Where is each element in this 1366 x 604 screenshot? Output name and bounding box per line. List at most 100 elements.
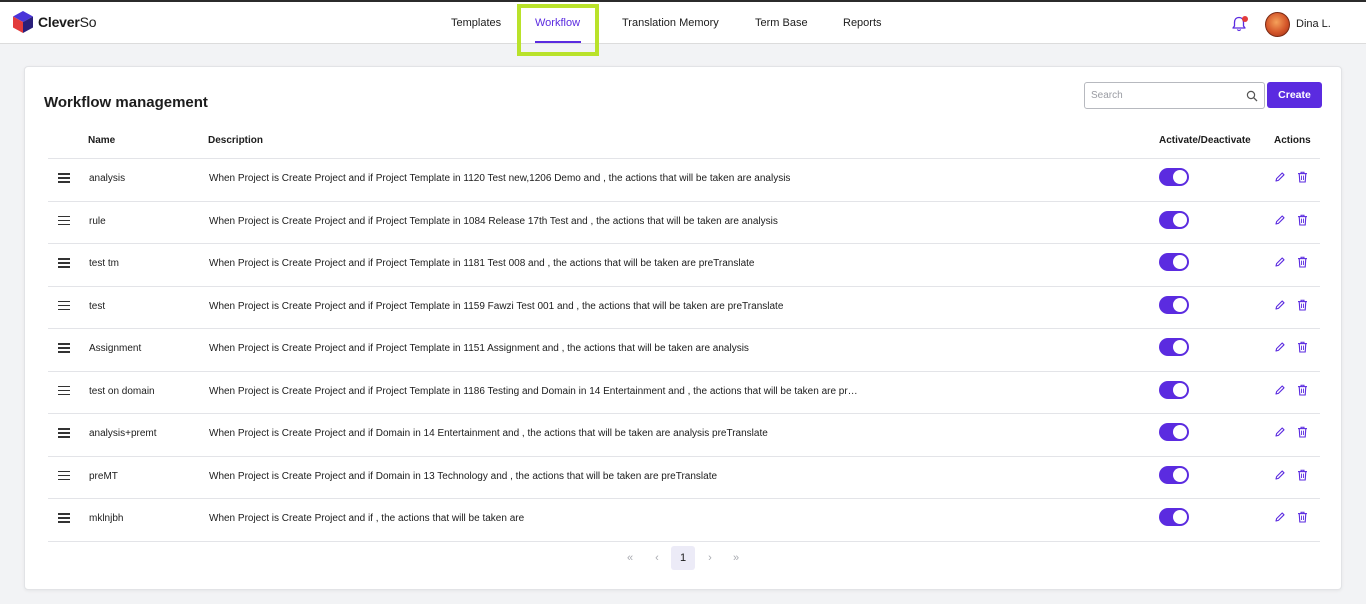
activate-toggle[interactable]	[1159, 168, 1189, 186]
nav-tab-templates[interactable]: Templates	[451, 2, 501, 44]
trash-icon[interactable]	[1297, 299, 1308, 311]
activate-toggle[interactable]	[1159, 423, 1189, 441]
trash-icon[interactable]	[1297, 384, 1308, 396]
activate-toggle[interactable]	[1159, 210, 1189, 229]
workflow-name: mklnjbh	[89, 513, 124, 524]
nav-tab-translation-memory[interactable]: Translation Memory	[622, 2, 719, 44]
edit-icon[interactable]	[1274, 171, 1286, 183]
toggle-knob	[1173, 255, 1187, 269]
search-icon[interactable]	[1246, 90, 1258, 102]
toggle-knob	[1173, 212, 1187, 227]
toggle-knob	[1173, 297, 1187, 312]
trash-icon[interactable]	[1297, 171, 1308, 183]
table-row: Assignment When Project is Create Project…	[48, 328, 1320, 370]
activate-toggle[interactable]	[1159, 508, 1189, 526]
workflow-description: When Project is Create Project and if Do…	[209, 428, 768, 439]
drag-handle-icon[interactable]	[58, 470, 70, 481]
drag-handle-icon[interactable]	[58, 173, 70, 183]
workflow-name: test	[89, 300, 106, 312]
row-divider	[48, 540, 1320, 542]
workflow-management-card: Workflow management Create Name Descript…	[24, 66, 1342, 590]
drag-handle-icon[interactable]	[58, 428, 70, 438]
toggle-knob	[1173, 382, 1187, 397]
edit-icon[interactable]	[1274, 341, 1286, 353]
drag-handle-icon[interactable]	[58, 258, 70, 268]
trash-icon[interactable]	[1297, 341, 1308, 353]
activate-toggle[interactable]	[1159, 338, 1189, 356]
table-row: test When Project is Create Project and i…	[48, 286, 1320, 328]
workflow-name: analysis	[89, 173, 126, 184]
table-row: rule When Project is Create Project and i…	[48, 201, 1320, 243]
edit-icon[interactable]	[1274, 299, 1286, 311]
drag-handle-icon[interactable]	[58, 513, 70, 523]
toggle-knob	[1173, 340, 1187, 354]
workflow-description: When Project is Create Project and if Pr…	[209, 343, 749, 354]
workflow-name: preMT	[89, 470, 118, 482]
drag-handle-icon[interactable]	[58, 300, 70, 311]
activate-toggle[interactable]	[1159, 295, 1189, 314]
nav-tab-term-base[interactable]: Term Base	[755, 2, 808, 44]
page-number-current[interactable]: 1	[671, 546, 695, 570]
edit-icon[interactable]	[1274, 384, 1286, 396]
edit-icon[interactable]	[1274, 426, 1286, 438]
table-row: test on domain When Project is Create Pro…	[48, 371, 1320, 413]
table-row: test tm When Project is Create Project an…	[48, 243, 1320, 285]
workflow-description: When Project is Create Project and if Pr…	[209, 385, 858, 397]
workflow-description: When Project is Create Project and if Pr…	[209, 258, 755, 269]
drag-handle-icon[interactable]	[58, 343, 70, 353]
edit-icon[interactable]	[1274, 214, 1286, 226]
activate-toggle[interactable]	[1159, 253, 1189, 271]
workflow-description: When Project is Create Project and if Pr…	[209, 300, 784, 312]
activate-toggle[interactable]	[1159, 380, 1189, 399]
column-header-actions: Actions	[1274, 135, 1311, 146]
nav-tab-reports[interactable]: Reports	[843, 2, 882, 44]
workflow-name: test on domain	[89, 385, 155, 397]
user-name[interactable]: Dina L.	[1296, 2, 1331, 46]
toggle-knob	[1173, 170, 1187, 184]
search-field[interactable]	[1084, 82, 1265, 109]
first-page-button[interactable]: «	[623, 546, 637, 570]
nav-tab-workflow[interactable]: Workflow	[535, 2, 580, 44]
table-row: analysis+premt When Project is Create Pro…	[48, 413, 1320, 455]
column-header-activate: Activate/Deactivate	[1159, 135, 1251, 146]
search-input[interactable]	[1085, 83, 1264, 108]
create-button[interactable]: Create	[1267, 82, 1322, 108]
previous-page-button[interactable]: ‹	[651, 546, 663, 570]
page-title: Workflow management	[44, 94, 208, 111]
workflow-name: Assignment	[89, 343, 142, 354]
edit-icon[interactable]	[1274, 511, 1286, 523]
last-page-button[interactable]: »	[729, 546, 743, 570]
workflow-description: When Project is Create Project and if Pr…	[209, 215, 778, 227]
workflow-description: When Project is Create Project and if , …	[209, 513, 525, 524]
table-row: mklnjbh When Project is Create Project an…	[48, 498, 1320, 540]
drag-handle-icon[interactable]	[58, 215, 70, 226]
edit-icon[interactable]	[1274, 469, 1286, 481]
next-page-button[interactable]: ›	[704, 546, 716, 570]
toggle-knob	[1173, 467, 1187, 482]
activate-toggle[interactable]	[1159, 465, 1189, 484]
trash-icon[interactable]	[1297, 469, 1308, 481]
workflow-name: analysis+premt	[89, 428, 157, 439]
workflow-description: When Project is Create Project and if Pr…	[209, 173, 791, 184]
workflow-name: test tm	[89, 258, 120, 269]
toggle-knob	[1173, 510, 1187, 524]
brand-logo[interactable]: CleverSo	[12, 10, 97, 34]
avatar[interactable]	[1265, 12, 1290, 37]
notification-dot	[1242, 16, 1248, 22]
top-navigation-bar: CleverSo Templates Workflow Translation …	[0, 0, 1366, 56]
trash-icon[interactable]	[1297, 426, 1308, 438]
toggle-knob	[1173, 425, 1187, 439]
trash-icon[interactable]	[1297, 214, 1308, 226]
column-header-name: Name	[88, 135, 116, 146]
table-row: preMT When Project is Create Project and …	[48, 456, 1320, 498]
trash-icon[interactable]	[1297, 511, 1308, 523]
column-header-description: Description	[208, 135, 264, 146]
workflow-name: rule	[89, 215, 106, 227]
drag-handle-icon[interactable]	[58, 385, 70, 396]
workflow-description: When Project is Create Project and if Do…	[209, 470, 718, 482]
active-tab-indicator	[535, 41, 581, 43]
edit-icon[interactable]	[1274, 256, 1286, 268]
table-row: analysis When Project is Create Project a…	[48, 158, 1320, 200]
trash-icon[interactable]	[1297, 256, 1308, 268]
logo-icon	[13, 11, 33, 33]
